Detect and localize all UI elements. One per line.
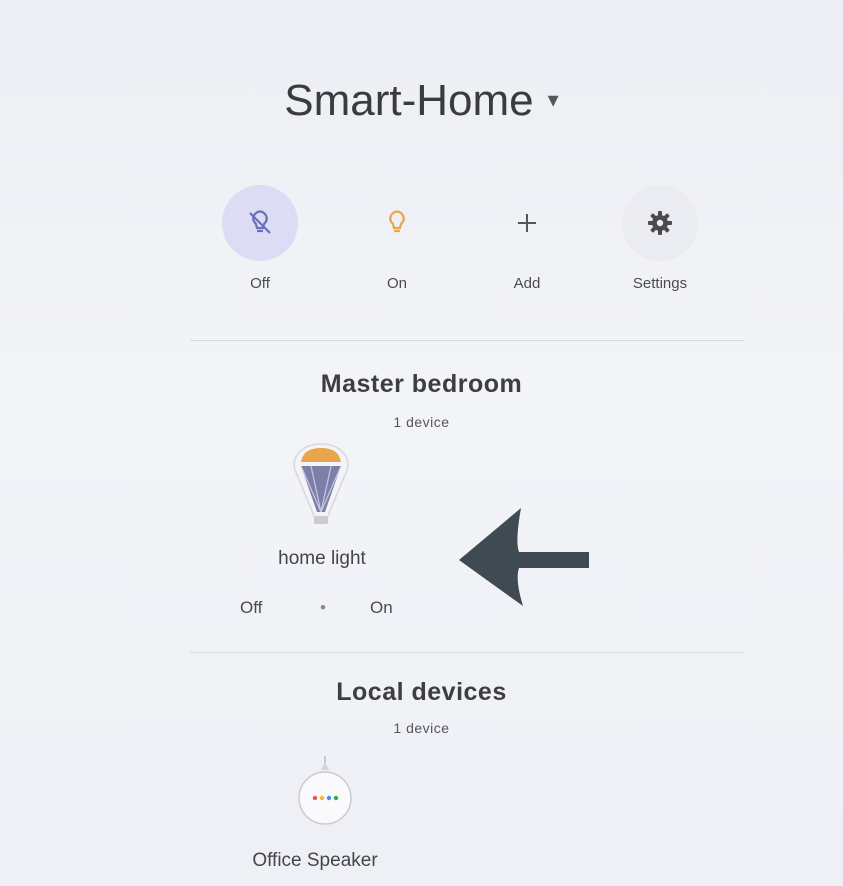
app-screen: Smart-Home ▾ Off On Add Settings Master … bbox=[0, 0, 843, 886]
dropdown-caret-icon: ▾ bbox=[547, 87, 559, 112]
action-add-label: Add bbox=[513, 275, 541, 292]
home-light-on-button[interactable]: On bbox=[370, 598, 393, 618]
action-lights-off[interactable]: Off bbox=[205, 185, 315, 292]
action-settings[interactable]: Settings bbox=[605, 185, 715, 292]
arrow-left-icon bbox=[455, 502, 595, 617]
light-off-icon bbox=[222, 185, 298, 261]
home-title: Smart-Home bbox=[284, 76, 534, 125]
separator-dot: • bbox=[320, 598, 326, 617]
device-label-home-light[interactable]: home light bbox=[242, 548, 402, 570]
speaker-icon[interactable] bbox=[285, 752, 365, 837]
room-device-count: 1 device bbox=[393, 414, 450, 430]
action-lights-on[interactable]: On bbox=[342, 185, 452, 292]
room-title-master-bedroom: Master bedroom bbox=[320, 370, 523, 398]
home-light-toggle-row: Off • On bbox=[240, 598, 440, 622]
action-on-label: On bbox=[386, 275, 407, 292]
home-selector[interactable]: Smart-Home ▾ bbox=[0, 76, 843, 126]
room-device-count: 1 device bbox=[393, 720, 450, 736]
plus-icon bbox=[489, 185, 565, 261]
room-title-local-devices: Local devices bbox=[336, 678, 507, 706]
action-off-label: Off bbox=[250, 275, 270, 292]
divider bbox=[190, 340, 745, 341]
action-add[interactable]: Add bbox=[472, 185, 582, 292]
action-settings-label: Settings bbox=[632, 275, 688, 292]
bulb-icon[interactable] bbox=[285, 440, 357, 535]
home-light-off-button[interactable]: Off bbox=[240, 598, 262, 618]
gear-icon bbox=[622, 185, 698, 261]
device-label-office-speaker[interactable]: Office Speaker bbox=[225, 850, 405, 872]
lightbulb-icon bbox=[359, 185, 435, 261]
divider bbox=[190, 652, 745, 653]
